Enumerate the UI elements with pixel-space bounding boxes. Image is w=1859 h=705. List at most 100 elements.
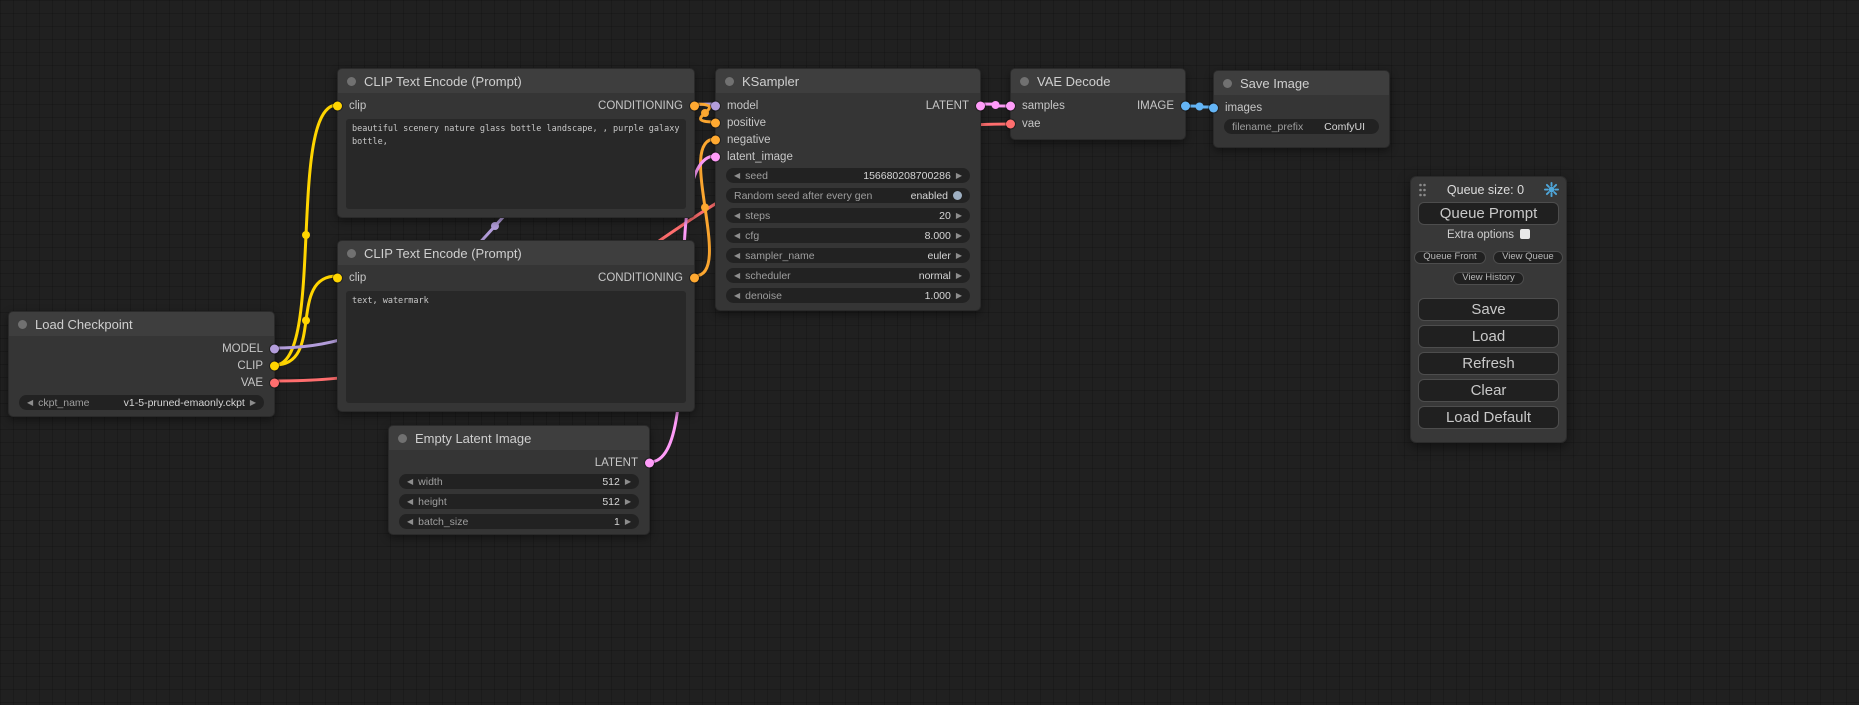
clip-input-port[interactable]	[333, 101, 342, 110]
latent-output-port[interactable]	[645, 458, 654, 467]
view-history-button[interactable]: View History	[1453, 272, 1524, 285]
clip-input-port[interactable]	[333, 273, 342, 282]
widget-label: width	[418, 476, 443, 488]
filename-prefix-widget[interactable]: filename_prefix ComfyUI	[1224, 119, 1379, 134]
queue-front-button[interactable]: Queue Front	[1414, 251, 1485, 264]
node-title-bar[interactable]: KSampler	[716, 69, 980, 93]
positive-prompt-textarea[interactable]: beautiful scenery nature glass bottle la…	[346, 119, 686, 209]
seed-widget[interactable]: ◀ seed 156680208700286 ▶	[726, 168, 970, 183]
collapse-dot-icon[interactable]	[347, 77, 356, 86]
node-clip-text-encode-negative[interactable]: CLIP Text Encode (Prompt) clip CONDITION…	[337, 240, 695, 412]
port-label: samples	[1022, 100, 1065, 112]
node-title: Save Image	[1240, 76, 1309, 91]
port-label: VAE	[241, 377, 263, 389]
vae-input-port[interactable]	[1006, 120, 1015, 129]
widget-label: Random seed after every gen	[734, 190, 872, 202]
increment-arrow-icon[interactable]: ▶	[956, 232, 962, 240]
increment-arrow-icon[interactable]: ▶	[625, 518, 631, 526]
steps-widget[interactable]: ◀ steps 20 ▶	[726, 208, 970, 223]
node-clip-text-encode-positive[interactable]: CLIP Text Encode (Prompt) clip CONDITION…	[337, 68, 695, 218]
decrement-arrow-icon[interactable]: ◀	[407, 498, 413, 506]
increment-arrow-icon[interactable]: ▶	[956, 172, 962, 180]
node-ksampler[interactable]: KSampler model LATENT positive negative …	[715, 68, 981, 311]
extra-options-label: Extra options	[1447, 229, 1514, 241]
images-input-port[interactable]	[1209, 103, 1218, 112]
toggle-icon[interactable]	[953, 191, 962, 200]
node-load-checkpoint[interactable]: Load Checkpoint MODEL CLIP VAE ◀ ckpt_na…	[8, 311, 275, 417]
port-label: CLIP	[237, 360, 263, 372]
decrement-arrow-icon[interactable]: ◀	[407, 478, 413, 486]
negative-prompt-textarea[interactable]: text, watermark	[346, 291, 686, 403]
node-title-bar[interactable]: CLIP Text Encode (Prompt)	[338, 69, 694, 93]
decrement-arrow-icon[interactable]: ◀	[734, 212, 740, 220]
collapse-dot-icon[interactable]	[1020, 77, 1029, 86]
node-graph-canvas[interactable]: Load Checkpoint MODEL CLIP VAE ◀ ckpt_na…	[0, 0, 1859, 705]
clear-button[interactable]: Clear	[1418, 379, 1559, 402]
decrement-arrow-icon[interactable]: ◀	[734, 292, 740, 300]
increment-arrow-icon[interactable]: ▶	[956, 272, 962, 280]
negative-input-port[interactable]	[711, 135, 720, 144]
denoise-widget[interactable]: ◀ denoise 1.000 ▶	[726, 288, 970, 303]
node-title-bar[interactable]: Load Checkpoint	[9, 312, 274, 336]
settings-gear-icon[interactable]	[1544, 182, 1559, 197]
ckpt-name-widget[interactable]: ◀ ckpt_name v1-5-pruned-emaonly.ckpt ▶	[19, 395, 264, 410]
decrement-arrow-icon[interactable]: ◀	[734, 172, 740, 180]
vae-output-port[interactable]	[270, 378, 279, 387]
decrement-arrow-icon[interactable]: ◀	[27, 399, 33, 407]
drag-handle-icon[interactable]	[1418, 183, 1427, 197]
collapse-dot-icon[interactable]	[18, 320, 27, 329]
latent-image-input-port[interactable]	[711, 152, 720, 161]
node-empty-latent-image[interactable]: Empty Latent Image LATENT ◀ width 512 ▶ …	[388, 425, 650, 535]
image-output-port[interactable]	[1181, 102, 1190, 111]
conditioning-output-port[interactable]	[690, 273, 699, 282]
latent-output-port[interactable]	[976, 101, 985, 110]
widget-value: enabled	[911, 190, 948, 202]
positive-input-port[interactable]	[711, 118, 720, 127]
port-label: LATENT	[595, 457, 638, 469]
increment-arrow-icon[interactable]: ▶	[625, 498, 631, 506]
node-vae-decode[interactable]: VAE Decode samples IMAGE vae	[1010, 68, 1186, 140]
queue-size-label: Queue size: 0	[1427, 183, 1544, 197]
refresh-button[interactable]: Refresh	[1418, 352, 1559, 375]
view-queue-button[interactable]: View Queue	[1493, 251, 1563, 264]
node-title-bar[interactable]: VAE Decode	[1011, 69, 1185, 93]
queue-panel[interactable]: Queue size: 0 Queue Prompt Extra options…	[1410, 176, 1567, 443]
decrement-arrow-icon[interactable]: ◀	[407, 518, 413, 526]
batch-size-widget[interactable]: ◀ batch_size 1 ▶	[399, 514, 639, 529]
collapse-dot-icon[interactable]	[1223, 79, 1232, 88]
queue-prompt-button[interactable]: Queue Prompt	[1418, 202, 1559, 225]
increment-arrow-icon[interactable]: ▶	[625, 478, 631, 486]
widget-value: 156680208700286	[863, 170, 951, 182]
increment-arrow-icon[interactable]: ▶	[956, 252, 962, 260]
model-input-port[interactable]	[711, 101, 720, 110]
increment-arrow-icon[interactable]: ▶	[956, 212, 962, 220]
collapse-dot-icon[interactable]	[347, 249, 356, 258]
height-widget[interactable]: ◀ height 512 ▶	[399, 494, 639, 509]
collapse-dot-icon[interactable]	[725, 77, 734, 86]
node-title-bar[interactable]: Save Image	[1214, 71, 1389, 95]
decrement-arrow-icon[interactable]: ◀	[734, 232, 740, 240]
node-save-image[interactable]: Save Image images filename_prefix ComfyU…	[1213, 70, 1390, 148]
load-button[interactable]: Load	[1418, 325, 1559, 348]
queue-panel-header: Queue size: 0	[1411, 177, 1566, 199]
increment-arrow-icon[interactable]: ▶	[956, 292, 962, 300]
increment-arrow-icon[interactable]: ▶	[250, 399, 256, 407]
sampler-name-widget[interactable]: ◀ sampler_name euler ▶	[726, 248, 970, 263]
conditioning-output-port[interactable]	[690, 101, 699, 110]
cfg-widget[interactable]: ◀ cfg 8.000 ▶	[726, 228, 970, 243]
collapse-dot-icon[interactable]	[398, 434, 407, 443]
random-seed-widget[interactable]: Random seed after every gen enabled	[726, 188, 970, 203]
save-button[interactable]: Save	[1418, 298, 1559, 321]
extra-options-checkbox[interactable]	[1520, 229, 1530, 239]
node-title-bar[interactable]: Empty Latent Image	[389, 426, 649, 450]
model-output-port[interactable]	[270, 344, 279, 353]
clip-output-port[interactable]	[270, 361, 279, 370]
node-title: Load Checkpoint	[35, 317, 133, 332]
decrement-arrow-icon[interactable]: ◀	[734, 252, 740, 260]
width-widget[interactable]: ◀ width 512 ▶	[399, 474, 639, 489]
load-default-button[interactable]: Load Default	[1418, 406, 1559, 429]
samples-input-port[interactable]	[1006, 102, 1015, 111]
node-title-bar[interactable]: CLIP Text Encode (Prompt)	[338, 241, 694, 265]
scheduler-widget[interactable]: ◀ scheduler normal ▶	[726, 268, 970, 283]
decrement-arrow-icon[interactable]: ◀	[734, 272, 740, 280]
